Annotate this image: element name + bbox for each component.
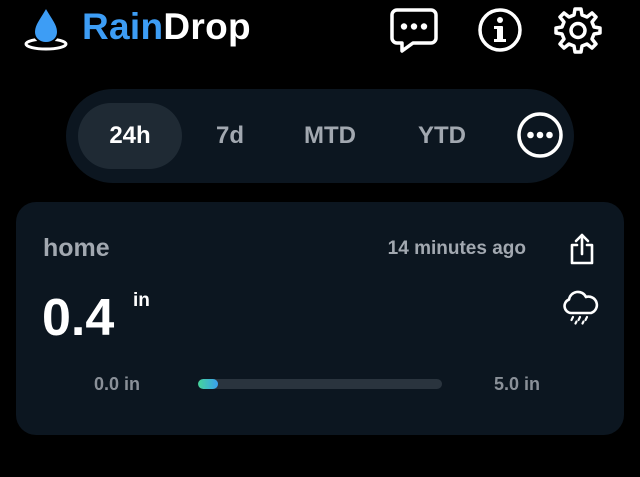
range-min-label: 0.0 in	[94, 374, 141, 394]
app-header: RainDrop	[0, 0, 640, 60]
more-button[interactable]	[516, 111, 564, 159]
app-title-rain: Rain	[82, 6, 164, 47]
period-tab-24h[interactable]: 24h	[78, 103, 182, 169]
period-tab-mtd[interactable]: MTD	[278, 103, 382, 169]
station-card[interactable]: home 14 minutes ago 0.4 in 0.0 in 5.0 in	[16, 202, 624, 435]
last-updated: 14 minutes ago	[387, 238, 526, 259]
info-icon	[478, 8, 522, 52]
rainfall-progress-bar	[198, 379, 442, 389]
rainfall-value: 0.4	[42, 289, 115, 347]
period-selector: 24h 7d MTD YTD	[66, 89, 574, 183]
gear-icon	[554, 7, 602, 54]
more-horizontal-icon	[517, 112, 563, 158]
settings-button[interactable]	[552, 4, 604, 56]
share-button[interactable]	[564, 230, 600, 268]
app-title-drop: Drop	[163, 6, 251, 47]
app-title: RainDrop	[82, 6, 251, 48]
water-drop-icon	[24, 4, 68, 51]
cloud-rain-icon	[563, 290, 599, 325]
period-tab-ytd[interactable]: YTD	[386, 103, 498, 169]
rainfall-progress-fill	[198, 379, 218, 389]
period-tab-7d[interactable]: 7d	[186, 103, 274, 169]
info-button[interactable]	[474, 4, 526, 56]
rainfall-unit: in	[133, 290, 150, 311]
range-max-label: 5.0 in	[494, 374, 541, 394]
chat-bubble-icon	[390, 8, 438, 53]
feedback-button[interactable]	[388, 4, 440, 56]
station-name: home	[43, 234, 110, 262]
share-icon	[570, 233, 594, 265]
